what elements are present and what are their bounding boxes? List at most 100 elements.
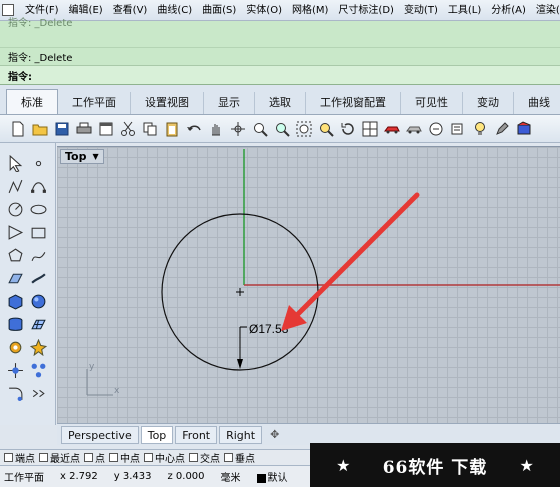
osnap-perpendicular[interactable]: 垂点 — [224, 450, 255, 465]
tab-standard[interactable]: 标准 — [6, 89, 58, 114]
osnap-intersection[interactable]: 交点 — [189, 450, 220, 465]
osnap-label: 中点 — [120, 454, 140, 465]
open-folder-icon[interactable] — [30, 119, 49, 138]
osnap-near[interactable]: 最近点 — [39, 450, 80, 465]
status-cplane[interactable]: 工作平面 — [4, 469, 44, 484]
command-history: 指令: _Delete — [0, 47, 560, 65]
new-file-icon[interactable] — [8, 119, 27, 138]
car-shaded-icon[interactable] — [404, 119, 423, 138]
zoom-selected-icon[interactable] — [316, 119, 335, 138]
zoom-extents-icon[interactable] — [294, 119, 313, 138]
circle-icon[interactable] — [5, 199, 25, 219]
menu-surface[interactable]: 曲面(S) — [197, 0, 241, 20]
menu-mesh[interactable]: 网格(M) — [287, 0, 333, 20]
arc-icon[interactable] — [5, 222, 25, 242]
menu-tools[interactable]: 工具(L) — [443, 0, 486, 20]
osnap-point[interactable]: 点 — [84, 450, 105, 465]
tab-display[interactable]: 显示 — [204, 92, 255, 114]
osnap-mid[interactable]: 中点 — [109, 450, 140, 465]
checkbox[interactable] — [189, 453, 198, 462]
menu-render[interactable]: 渲染(R) — [531, 0, 560, 20]
menu-curve[interactable]: 曲线(C) — [152, 0, 197, 20]
menu-solid[interactable]: 实体(O) — [241, 0, 287, 20]
rectangle-icon[interactable] — [28, 222, 48, 242]
curve-points-icon[interactable] — [28, 176, 48, 196]
tab-viewport-layout[interactable]: 工作视窗配置 — [306, 92, 401, 114]
world-axis-x-label: x — [114, 386, 120, 396]
box-solid-icon[interactable] — [5, 291, 25, 311]
viewport-canvas[interactable]: Ø17.58 y x — [57, 147, 560, 423]
status-layer[interactable]: 默认 — [256, 469, 288, 484]
rotate-view-icon[interactable] — [228, 119, 247, 138]
sphere-solid-icon[interactable] — [28, 291, 48, 311]
command-history-ghost: 指令: _Delete — [8, 18, 73, 29]
explode-icon[interactable] — [28, 337, 48, 357]
menu-transform[interactable]: 变动(T) — [399, 0, 443, 20]
osnap-label: 端点 — [15, 454, 35, 465]
cylinder-icon[interactable] — [5, 314, 25, 334]
expand-more-icon[interactable] — [28, 383, 48, 403]
menu-analyze[interactable]: 分析(A) — [486, 0, 531, 20]
pan-hand-icon[interactable] — [206, 119, 225, 138]
select-arrow-icon[interactable] — [5, 153, 25, 173]
tab-select[interactable]: 选取 — [255, 92, 306, 114]
zoom-icon[interactable] — [250, 119, 269, 138]
car-render-icon[interactable] — [382, 119, 401, 138]
osnap-circle-icon[interactable] — [426, 119, 445, 138]
tab-front[interactable]: Front — [175, 425, 218, 444]
polyline-icon[interactable] — [5, 176, 25, 196]
tab-perspective[interactable]: Perspective — [61, 425, 139, 444]
top-viewport[interactable]: Top ▼ Ø17.58 y x — [57, 146, 560, 423]
tab-cplanes[interactable]: 工作平面 — [58, 92, 131, 114]
extrude-surface-icon[interactable] — [28, 268, 48, 288]
tab-visibility[interactable]: 可见性 — [401, 92, 463, 114]
light-bulb-icon[interactable] — [470, 119, 489, 138]
checkbox[interactable] — [4, 453, 13, 462]
menu-dimension[interactable]: 尺寸标注(D) — [333, 0, 399, 20]
checkbox[interactable] — [84, 453, 93, 462]
save-icon[interactable] — [52, 119, 71, 138]
free-curve-icon[interactable] — [28, 245, 48, 265]
osnap-label: 中心点 — [155, 454, 185, 465]
menu-view[interactable]: 查看(V) — [108, 0, 153, 20]
ellipse-icon[interactable] — [28, 199, 48, 219]
command-prompt[interactable]: 指令: — [0, 65, 560, 85]
move-icon[interactable] — [5, 360, 25, 380]
osnap-end[interactable]: 端点 — [4, 450, 35, 465]
dimension-arrowhead — [237, 359, 243, 369]
command-history-top: 指令: _Delete — [0, 18, 560, 47]
watermark-banner: ★ 66软件 下载 ★ — [310, 443, 560, 487]
grid-view-icon[interactable] — [360, 119, 379, 138]
material-icon[interactable] — [514, 119, 533, 138]
tab-set-view[interactable]: 设置视图 — [131, 92, 204, 114]
tab-curve-tools[interactable]: 曲线 — [514, 92, 560, 114]
rotate-icon[interactable] — [338, 119, 357, 138]
undo-icon[interactable] — [184, 119, 203, 138]
tab-right[interactable]: Right — [219, 425, 263, 444]
standard-toolbar — [0, 115, 560, 143]
array-icon[interactable] — [28, 360, 48, 380]
window-icon[interactable] — [96, 119, 115, 138]
checkbox[interactable] — [109, 453, 118, 462]
checkbox[interactable] — [144, 453, 153, 462]
fillet-icon[interactable] — [5, 383, 25, 403]
point-icon[interactable] — [28, 153, 48, 173]
tab-top[interactable]: Top — [140, 425, 174, 444]
pen-icon[interactable] — [492, 119, 511, 138]
copy-icon[interactable] — [140, 119, 159, 138]
zoom-window-icon[interactable] — [272, 119, 291, 138]
paste-icon[interactable] — [162, 119, 181, 138]
polygon-icon[interactable] — [5, 245, 25, 265]
object-props-icon[interactable] — [448, 119, 467, 138]
tab-transform[interactable]: 变动 — [463, 92, 514, 114]
add-viewport-icon[interactable]: ✥ — [264, 426, 285, 444]
checkbox[interactable] — [39, 453, 48, 462]
rhino-app-icon[interactable] — [2, 4, 14, 16]
osnap-center[interactable]: 中心点 — [144, 450, 185, 465]
surface-icon[interactable] — [5, 268, 25, 288]
mesh-icon[interactable] — [28, 314, 48, 334]
gear-icon[interactable] — [5, 337, 25, 357]
cut-icon[interactable] — [118, 119, 137, 138]
print-icon[interactable] — [74, 119, 93, 138]
checkbox[interactable] — [224, 453, 233, 462]
